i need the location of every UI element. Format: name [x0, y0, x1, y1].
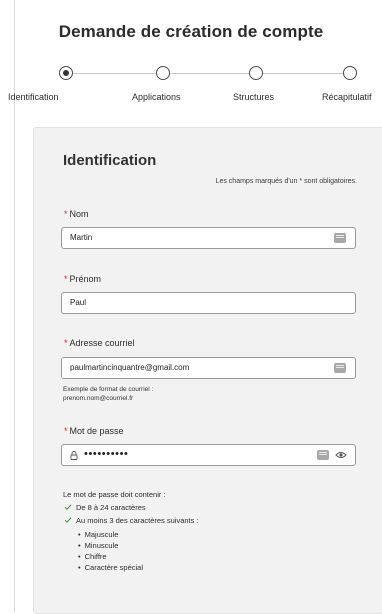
required-star: *: [64, 274, 68, 284]
step-recapitulatif-label[interactable]: Récapitulatif: [322, 92, 372, 102]
email-label-text: Adresse courriel: [69, 338, 135, 348]
rule-item-minuscule: Minuscule: [78, 541, 119, 550]
email-hint-line2: prenom.nom@courriel.fr: [63, 395, 134, 402]
password-field[interactable]: ••••••••••: [61, 444, 356, 466]
password-rule-length-text: De 8 à 24 caractères: [76, 503, 146, 512]
email-value: paulmartincinquantre@gmail.com: [70, 363, 190, 372]
step-identification-indicator[interactable]: [59, 66, 73, 80]
page-title: Demande de création de compte: [58, 22, 324, 41]
stepper-line: [66, 73, 356, 74]
step-identification-label[interactable]: Identification: [8, 92, 59, 102]
step-applications-label[interactable]: Applications: [132, 92, 181, 102]
prenom-label-text: Prénom: [69, 274, 102, 284]
password-label-text: Mot de passe: [69, 426, 124, 436]
required-star: *: [64, 209, 68, 219]
password-label: * Mot de passe: [64, 426, 124, 436]
check-icon: [64, 517, 72, 523]
keyboard-icon[interactable]: [334, 363, 346, 373]
section-title: Identification: [63, 152, 157, 169]
nom-field[interactable]: Martin: [61, 227, 356, 249]
required-fields-note: Les champs marqués d'un * sont obligatoi…: [215, 178, 357, 185]
rule-item-chiffre: Chiffre: [78, 552, 107, 561]
prenom-label: * Prénom: [64, 274, 101, 284]
nom-label: * Nom: [64, 209, 89, 219]
email-field[interactable]: paulmartincinquantre@gmail.com: [61, 357, 356, 379]
password-value: ••••••••••: [84, 448, 129, 460]
password-rules-title: Le mot de passe doit contenir :: [63, 490, 166, 499]
step-recapitulatif-indicator[interactable]: [343, 66, 357, 80]
required-star: *: [64, 338, 68, 348]
email-label: * Adresse courriel: [64, 338, 135, 348]
email-hint-line1: Exemple de format de courriel :: [63, 386, 154, 393]
nom-label-text: Nom: [69, 209, 89, 219]
password-rule-characters-text: Au moins 3 des caractères suivants :: [76, 516, 199, 525]
nom-value: Martin: [70, 233, 93, 242]
rule-item-majuscule: Majuscule: [78, 530, 119, 539]
rule-item-caractere-special: Caractère spécial: [78, 563, 143, 572]
keyboard-icon[interactable]: [317, 450, 329, 460]
step-structures-indicator[interactable]: [249, 66, 263, 80]
prenom-value: Paul: [70, 298, 87, 307]
password-rule-characters: Au moins 3 des caractères suivants :: [64, 516, 199, 525]
eye-icon[interactable]: [335, 450, 347, 460]
step-structures-label[interactable]: Structures: [233, 92, 274, 102]
required-star: *: [64, 426, 68, 436]
password-rule-length: De 8 à 24 caractères: [64, 503, 146, 512]
keyboard-icon[interactable]: [334, 233, 346, 243]
step-applications-indicator[interactable]: [156, 66, 170, 80]
check-icon: [64, 504, 72, 510]
prenom-field[interactable]: Paul: [61, 292, 356, 314]
lock-icon: [70, 451, 78, 460]
